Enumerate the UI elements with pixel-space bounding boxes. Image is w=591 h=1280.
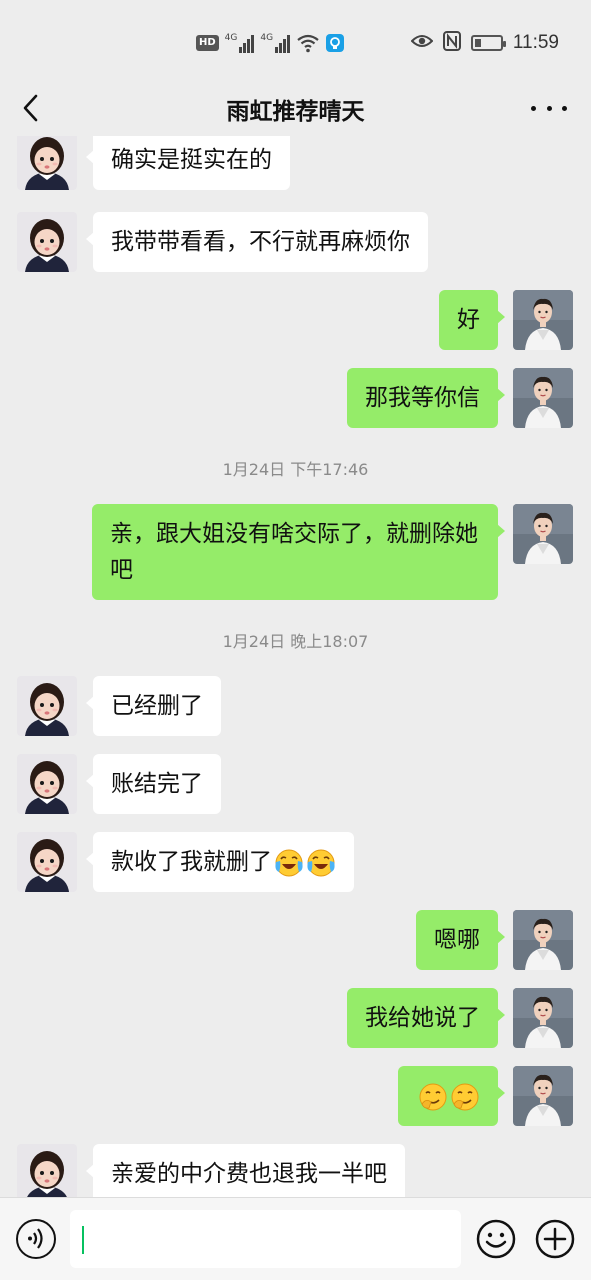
message-text: 嗯哪	[434, 927, 480, 953]
laugh-cry-emoji	[274, 848, 304, 878]
message-text: 账结完了	[111, 771, 203, 797]
self-avatar[interactable]	[513, 504, 573, 564]
signal-icon: 4G	[225, 33, 255, 53]
message-row	[0, 1066, 591, 1128]
laugh-cry-emoji	[306, 848, 336, 878]
message-text: 好	[457, 307, 480, 333]
message-row: 好	[0, 290, 591, 352]
more-dots-icon[interactable]	[531, 96, 567, 120]
message-text: 已经删了	[111, 693, 203, 719]
contact-avatar[interactable]	[17, 212, 77, 272]
contact-avatar[interactable]	[17, 832, 77, 892]
hd-icon: HD	[196, 35, 219, 51]
battery-icon	[470, 35, 506, 51]
message-text: 亲爱的中介费也退我一半吧	[111, 1161, 387, 1187]
wifi-icon	[296, 33, 320, 53]
contact-avatar[interactable]	[17, 1144, 77, 1197]
message-bubble[interactable]: 我带带看看，不行就再麻烦你	[86, 212, 428, 272]
message-bubble[interactable]: 确实是挺实在的	[86, 136, 290, 190]
message-row: 已经删了	[0, 676, 591, 738]
message-row: 那我等你信	[0, 368, 591, 430]
smirk-emoji	[450, 1082, 480, 1112]
message-text: 亲，跟大姐没有啥交际了，就删除她吧	[110, 521, 478, 583]
message-bubble[interactable]: 嗯哪	[416, 910, 505, 970]
message-bubble[interactable]: 亲，跟大姐没有啥交际了，就删除她吧	[92, 504, 505, 600]
message-row: 确实是挺实在的	[0, 136, 591, 192]
self-avatar[interactable]	[513, 910, 573, 970]
chat-title: 雨虹推荐晴天	[226, 99, 365, 125]
emoji-icon[interactable]	[476, 1219, 516, 1259]
message-bubble[interactable]: 那我等你信	[347, 368, 505, 428]
plus-icon[interactable]	[535, 1219, 575, 1259]
message-row: 嗯哪	[0, 910, 591, 972]
contact-avatar[interactable]	[17, 676, 77, 736]
self-avatar[interactable]	[513, 368, 573, 428]
eye-icon	[410, 33, 434, 53]
message-bubble[interactable]: 我给她说了	[347, 988, 505, 1048]
self-avatar[interactable]	[513, 290, 573, 350]
message-row: 款收了我就删了	[0, 832, 591, 894]
status-bar: HD 4G 4G 11:59	[0, 0, 591, 80]
message-bubble[interactable]	[398, 1066, 505, 1126]
status-left: HD 4G 4G	[196, 30, 345, 56]
contact-avatar[interactable]	[17, 136, 77, 190]
message-bubble[interactable]: 账结完了	[86, 754, 221, 814]
timestamp: 1月24日 晚上18:07	[222, 632, 369, 651]
signal-icon: 4G	[260, 33, 291, 53]
voice-icon[interactable]	[16, 1219, 56, 1259]
message-text: 那我等你信	[365, 385, 480, 411]
contact-avatar[interactable]	[17, 754, 77, 814]
clock: 11:59	[512, 32, 559, 53]
timestamp: 1月24日 下午17:46	[222, 460, 369, 479]
message-row: 我带带看看，不行就再麻烦你	[0, 212, 591, 274]
message-bubble[interactable]: 好	[439, 290, 505, 350]
self-avatar[interactable]	[513, 1066, 573, 1126]
message-row: 账结完了	[0, 754, 591, 816]
message-bubble[interactable]: 亲爱的中介费也退我一半吧	[86, 1144, 405, 1197]
message-bubble[interactable]: 已经删了	[86, 676, 221, 736]
message-row: 亲，跟大姐没有啥交际了，就删除她吧	[0, 504, 591, 602]
chat-header: 雨虹推荐晴天	[0, 80, 591, 136]
notification-badge-icon	[326, 34, 345, 52]
message-text: 款收了我就删了	[111, 849, 272, 875]
message-input[interactable]	[70, 1210, 461, 1268]
message-text: 确实是挺实在的	[111, 147, 272, 173]
nfc-icon	[442, 31, 461, 55]
message-row: 亲爱的中介费也退我一半吧	[0, 1144, 591, 1197]
message-bubble[interactable]: 款收了我就删了	[86, 832, 354, 892]
message-text: 我带带看看，不行就再麻烦你	[111, 229, 410, 255]
message-list[interactable]: 确实是挺实在的 我带带看看，不行就再麻烦你 好 那我等你信 1月24日 下午17…	[0, 136, 591, 1197]
smirk-emoji	[418, 1082, 448, 1112]
message-row: 我给她说了	[0, 988, 591, 1050]
status-right: 11:59	[410, 30, 559, 56]
text-caret	[82, 1226, 84, 1254]
message-text: 我给她说了	[365, 1005, 480, 1031]
self-avatar[interactable]	[513, 988, 573, 1048]
input-bar	[0, 1197, 591, 1280]
